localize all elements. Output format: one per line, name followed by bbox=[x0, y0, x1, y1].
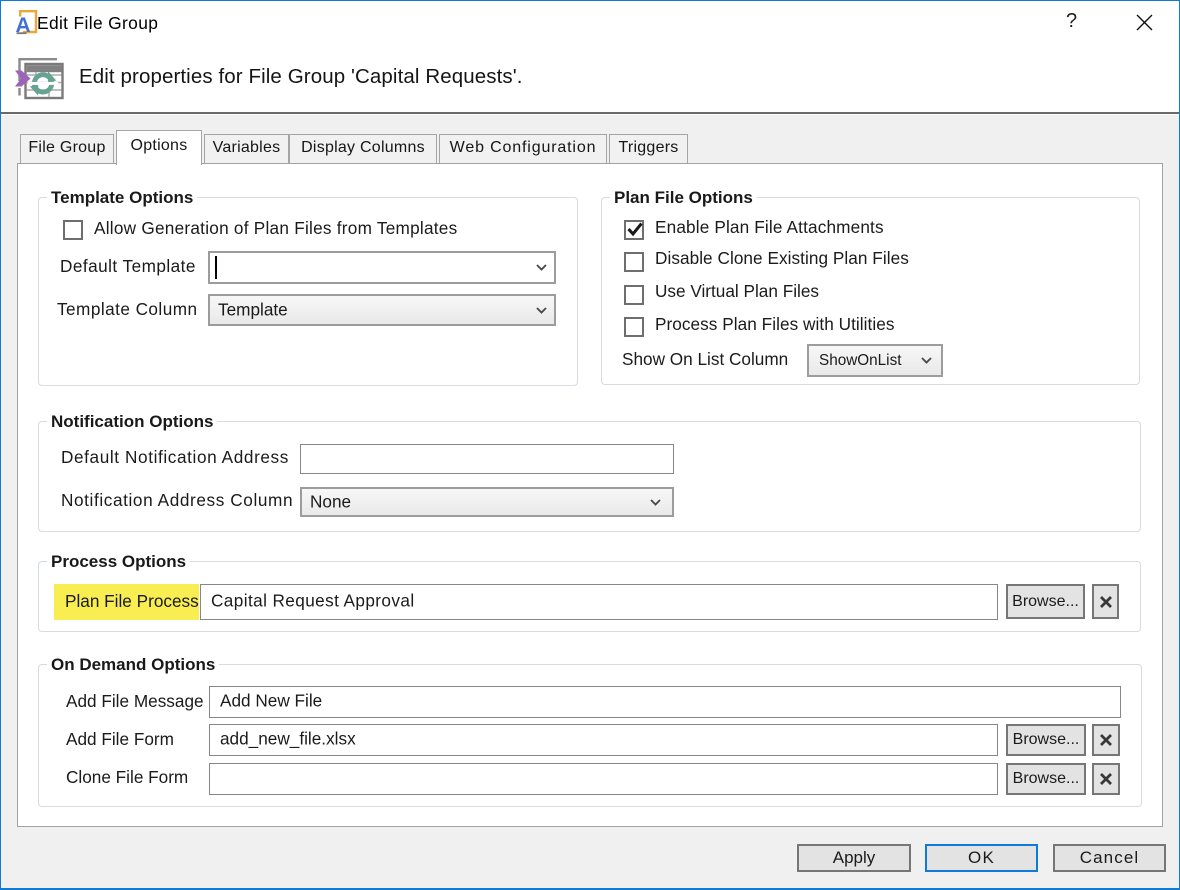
svg-text:A: A bbox=[16, 14, 31, 35]
